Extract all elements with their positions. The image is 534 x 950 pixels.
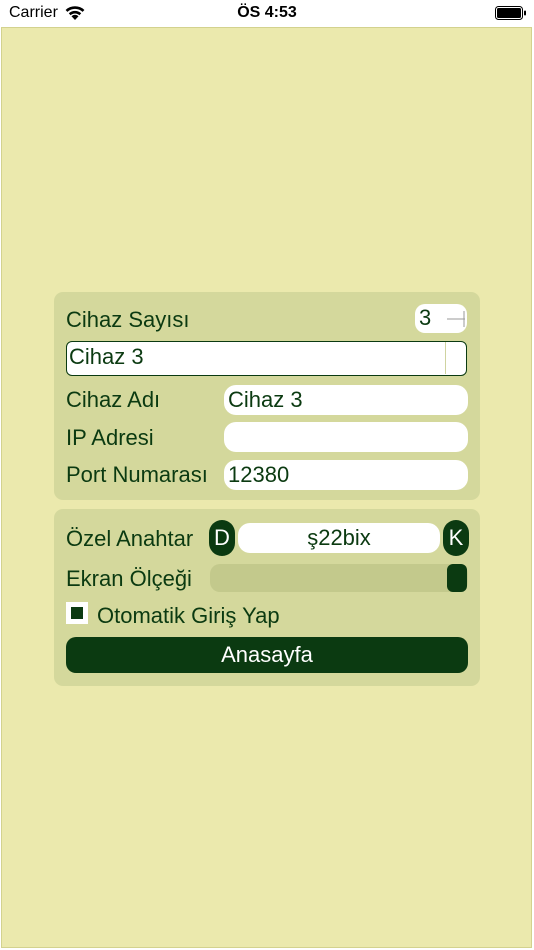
port-number-label: Port Numarası [66,462,208,487]
ip-address-input[interactable] [224,422,468,452]
device-select[interactable]: Cihaz 3 [66,341,467,376]
device-name-input[interactable]: Cihaz 3 [224,385,468,415]
device-select-value: Cihaz 3 [69,344,144,369]
device-name-label: Cihaz Adı [66,387,161,412]
battery-icon [495,6,526,20]
key-increase-button[interactable]: K [443,520,469,556]
key-decrease-button[interactable]: D [209,520,235,556]
device-count-stepper[interactable]: 3 [415,304,467,333]
port-number-input[interactable]: 12380 [224,460,468,490]
private-key-input[interactable]: ş22bix [238,523,440,553]
stepper-arrows-icon[interactable] [447,311,465,327]
ip-address-label: IP Adresi [66,425,154,450]
status-bar: Carrier ÖS 4:53 [0,0,534,27]
checkbox-checked-icon [71,607,83,619]
private-key-label: Özel Anahtar [66,526,194,551]
screen-scale-slider[interactable] [210,564,468,592]
dropdown-arrow-icon[interactable] [445,342,466,374]
screen-scale-label: Ekran Ölçeği [66,566,192,591]
device-count-label: Cihaz Sayısı [66,307,190,332]
clock: ÖS 4:53 [237,4,297,21]
device-count-value: 3 [419,305,432,330]
screen-scale-slider-thumb[interactable] [447,564,467,592]
settings-panel: Özel Anahtar D ş22bix K Ekran Ölçeği Oto… [54,509,480,686]
auto-login-label: Otomatik Giriş Yap [97,603,280,628]
auto-login-checkbox[interactable] [66,602,88,624]
device-panel: Cihaz Sayısı 3 Cihaz 3 Cihaz Adı Cihaz 3… [54,292,480,500]
home-button[interactable]: Anasayfa [66,637,468,673]
